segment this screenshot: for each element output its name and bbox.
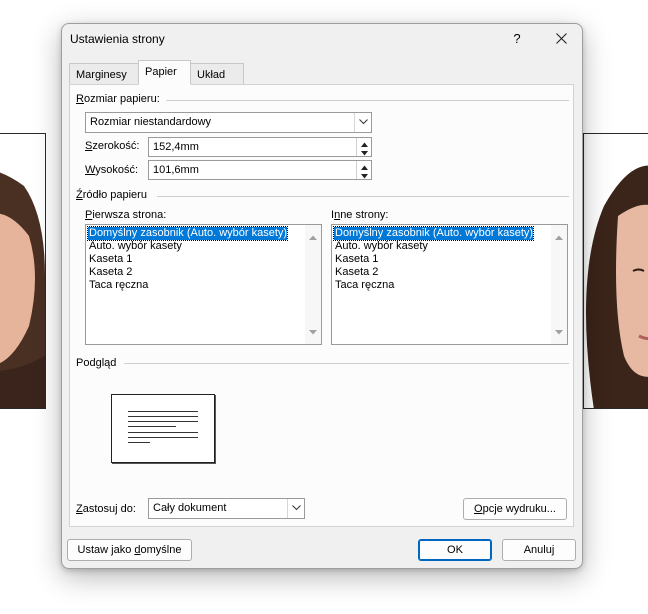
portrait-image	[584, 156, 648, 408]
scroll-up-arrow-icon[interactable]	[555, 231, 563, 243]
height-spinner[interactable]: 101,6mm	[148, 160, 372, 180]
scrollbar[interactable]	[305, 225, 321, 344]
tab-margins[interactable]: Marginesy	[69, 63, 139, 85]
list-item[interactable]: Domyślny zasobnik (Auto. wybór kasety)	[332, 226, 535, 241]
list-item[interactable]: Domyślny zasobnik (Auto. wybór kasety)	[86, 226, 289, 241]
tab-layout[interactable]: Układ	[190, 63, 244, 85]
spin-down-arrow-icon[interactable]	[357, 170, 371, 179]
paper-size-select[interactable]: Rozmiar niestandardowy	[85, 112, 372, 133]
preview-page	[111, 394, 215, 463]
preview-group-label: Podgląd	[76, 357, 117, 369]
ok-button[interactable]: OK	[418, 539, 492, 561]
dialog-title: Ustawienia strony	[70, 32, 165, 46]
list-item[interactable]: Kaseta 1	[334, 253, 378, 266]
background-photo-left	[0, 133, 46, 409]
spin-down-arrow-icon[interactable]	[357, 147, 371, 156]
set-default-button[interactable]: Ustaw jako domyślne	[67, 539, 192, 561]
portrait-image	[0, 156, 45, 408]
spin-up-arrow-icon[interactable]	[357, 138, 371, 147]
width-label: Szerokość:	[85, 140, 140, 152]
scroll-up-arrow-icon[interactable]	[309, 231, 317, 243]
list-item[interactable]: Auto. wybór kasety	[334, 240, 428, 253]
width-spinner[interactable]: 152,4mm	[148, 137, 372, 157]
print-options-button[interactable]: Opcje wydruku...	[463, 498, 567, 520]
list-item[interactable]: Kaseta 2	[334, 266, 378, 279]
other-pages-label: Inne strony:	[331, 209, 389, 221]
first-page-listbox[interactable]: Domyślny zasobnik (Auto. wybór kasety) A…	[85, 224, 322, 345]
close-button[interactable]	[542, 24, 580, 54]
divider	[124, 363, 569, 364]
close-icon	[555, 33, 567, 44]
cancel-button[interactable]: Anuluj	[502, 539, 576, 561]
tab-paper[interactable]: Papier	[138, 60, 191, 85]
list-item[interactable]: Auto. wybór kasety	[88, 240, 182, 253]
chevron-down-icon	[354, 113, 371, 132]
list-item[interactable]: Kaseta 2	[88, 266, 132, 279]
chevron-down-icon	[287, 499, 304, 518]
dialog-titlebar: Ustawienia strony ?	[62, 24, 582, 56]
scroll-down-arrow-icon[interactable]	[309, 326, 317, 338]
background-photo-right	[583, 133, 648, 409]
apply-to-select[interactable]: Cały dokument	[148, 498, 305, 519]
scroll-down-arrow-icon[interactable]	[555, 326, 563, 338]
first-page-label: Pierwsza strona:	[85, 209, 167, 221]
paper-size-value: Rozmiar niestandardowy	[90, 116, 212, 128]
apply-to-label: Zastosuj do:	[76, 503, 136, 515]
height-label: Wysokość:	[85, 164, 139, 176]
paper-size-label-rest: ozmiar papieru:	[83, 93, 160, 105]
apply-to-value: Cały dokument	[153, 502, 227, 514]
print-options-label: pcje wydruku...	[482, 503, 556, 515]
scrollbar[interactable]	[551, 225, 567, 344]
help-button[interactable]: ?	[498, 24, 536, 54]
spin-up-arrow-icon[interactable]	[357, 161, 371, 170]
list-item[interactable]: Taca ręczna	[88, 279, 148, 292]
width-value: 152,4mm	[153, 141, 199, 153]
divider	[157, 196, 569, 197]
list-item[interactable]: Kaseta 1	[88, 253, 132, 266]
height-value: 101,6mm	[153, 164, 199, 176]
other-pages-listbox[interactable]: Domyślny zasobnik (Auto. wybór kasety) A…	[331, 224, 568, 345]
list-item[interactable]: Taca ręczna	[334, 279, 394, 292]
paper-source-group-label: Źródło papieru	[76, 189, 147, 201]
paper-size-group-label: Rozmiar papieru:	[76, 93, 160, 105]
divider	[166, 100, 569, 101]
